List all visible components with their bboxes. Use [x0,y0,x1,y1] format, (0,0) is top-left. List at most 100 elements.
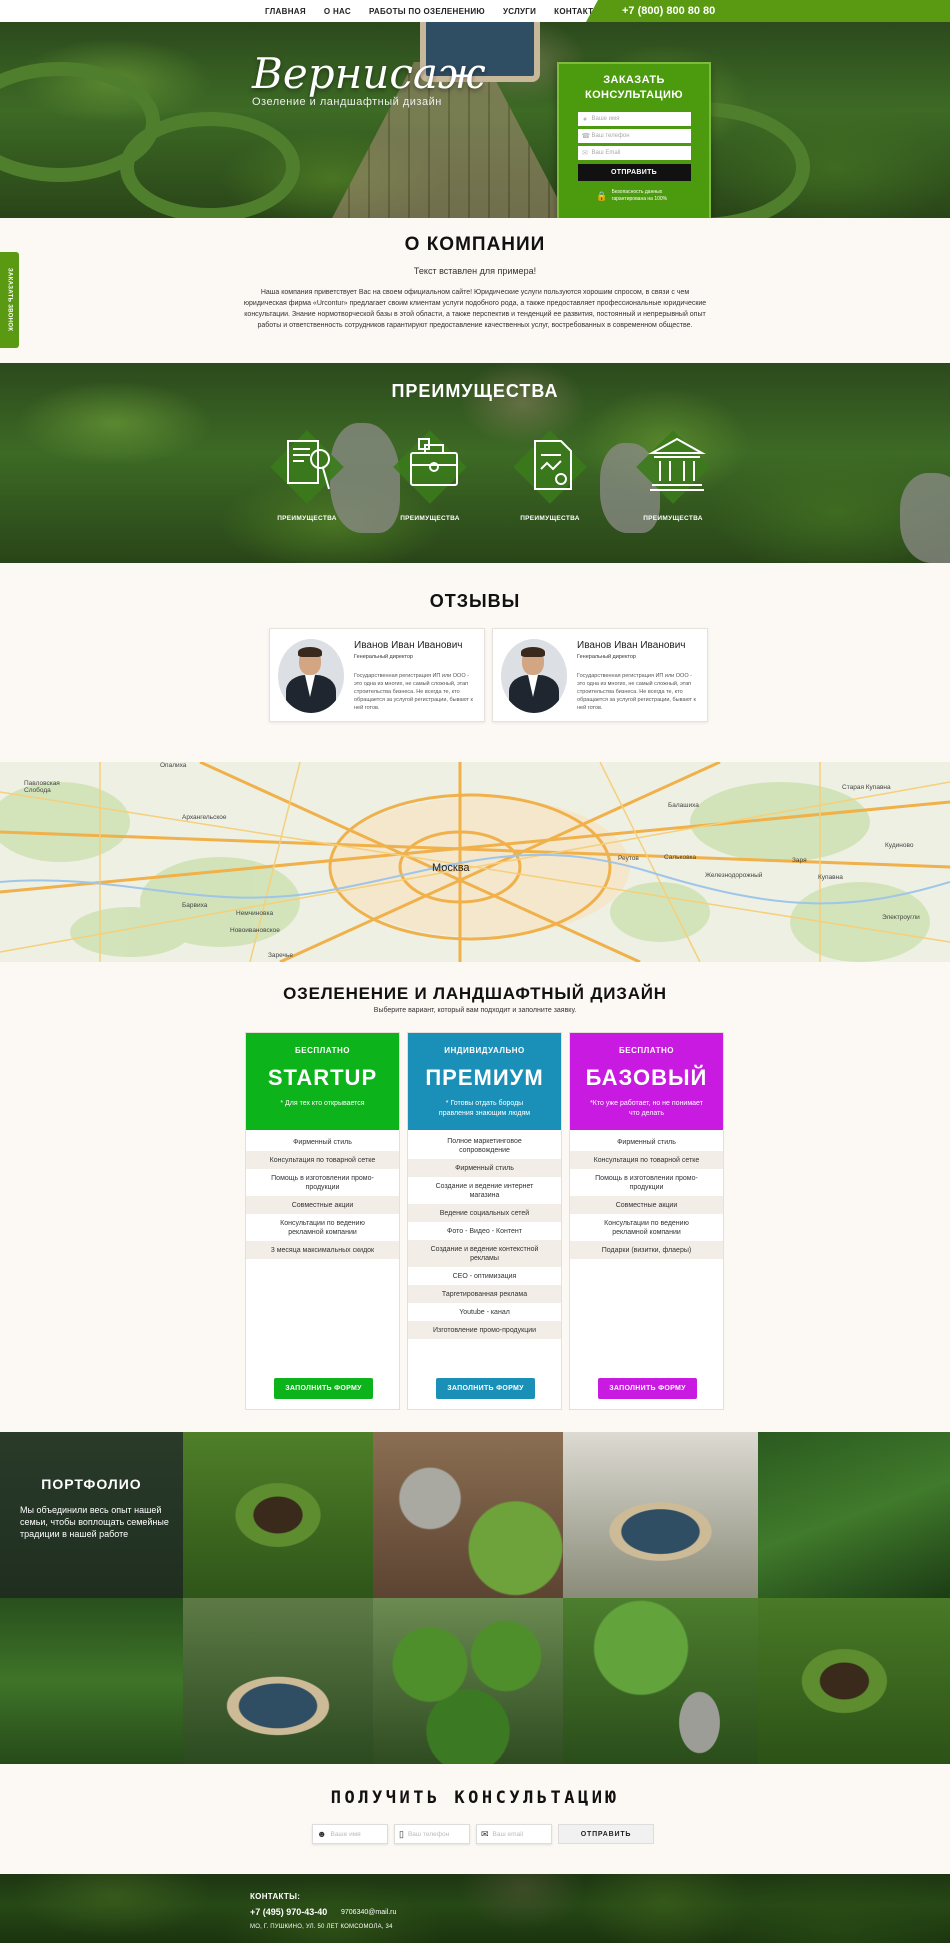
advantage-label: ПРЕИМУЩЕСТВА [520,515,580,522]
nav-services[interactable]: УСЛУГИ [503,7,536,16]
map-label: Новоивановское [230,927,280,934]
main-nav: ГЛАВНАЯ О НАС РАБОТЫ ПО ОЗЕЛЕНЕНИЮ УСЛУГ… [265,0,601,22]
plan-feature: Консультация по товарной сетке [246,1151,399,1169]
email-field[interactable]: ✉ Ваш Email [577,146,691,160]
lock-icon: 🔒 [596,190,608,201]
nav-about[interactable]: О НАС [324,7,351,16]
certificate-icon [534,440,572,490]
review-card: Иванов Иван Иванович Генеральный директо… [492,628,708,722]
envelope-icon: ✉ [481,1828,489,1839]
plan-feature: СЕО - оптимизация [452,1272,517,1280]
reviews-section: ОТЗЫВЫ Иванов Иван Иванович Генеральный … [0,563,950,762]
consult-form: ☻ Ваше имя ▯ Ваш телефон ✉ Ваш email ОТПРАВ… [312,1824,654,1844]
plan-header: БЕСПЛАТНО STARTUP * Для тех кто открывае… [246,1033,399,1130]
plan-tag: БЕСПЛАТНО [619,1046,674,1055]
plan-feature: Совместные акции [570,1196,723,1214]
map-label: Павловская Слобода [24,780,60,794]
portfolio-title: ПОРТФОЛИО [41,1476,142,1492]
plan-features: Полное маркетинговое сопровождение Фирме… [408,1133,561,1339]
advantage-label: ПРЕИМУЩЕСТВА [400,515,460,522]
pricing-section: ОЗЕЛЕНЕНИЕ И ЛАНДШАФТНЫЙ ДИЗАЙН Выберите… [0,962,950,1432]
plan-feature: Совместные акции [246,1196,399,1214]
top-navbar: ГЛАВНАЯ О НАС РАБОТЫ ПО ОЗЕЛЕНЕНИЮ УСЛУГ… [0,0,950,22]
plan-header: БЕСПЛАТНО БАЗОВЫЙ *Кто уже работает, но … [570,1033,723,1130]
nav-home[interactable]: ГЛАВНАЯ [265,7,306,16]
plan-title: ПРЕМИУМ [425,1065,544,1090]
portfolio-image[interactable] [0,1598,183,1764]
fill-form-button[interactable]: ЗАПОЛНИТЬ ФОРМУ [274,1378,373,1399]
map-label: Барвиха [182,902,208,909]
document-search-icon [287,440,330,490]
map-label: Кудиново [885,842,914,849]
briefcase-icon [410,438,458,486]
map-label: Старая Купавна [842,784,891,791]
bank-icon [648,437,706,491]
footer-title: КОНТАКТЫ: [250,1892,301,1901]
phone-input[interactable]: ▯ Ваш телефон [394,1824,470,1844]
plan-feature: Консультации по ведению рекламной компан… [604,1219,689,1236]
reviewer-name: Иванов Иван Иванович [577,640,686,651]
plan-feature: Полное маркетинговое сопровождение [447,1138,522,1154]
about-section: О КОМПАНИИ Текст вставлен для примера! Н… [0,218,950,363]
plan-feature: Фирменный стиль [408,1159,561,1177]
fill-form-button[interactable]: ЗАПОЛНИТЬ ФОРМУ [598,1378,697,1399]
pricing-title: ОЗЕЛЕНЕНИЕ И ЛАНДШАФТНЫЙ ДИЗАЙН [283,984,667,1003]
form-title: ЗАКАЗАТЬ КОНСУЛЬТАЦИЮ [584,74,683,101]
plan-features: Фирменный стиль Консультация по товарной… [246,1133,399,1259]
advantage-item: ПРЕИМУЩЕСТВА [628,430,718,522]
map-section[interactable]: Москва Опалиха Павловская Слобода Арханг… [0,762,950,962]
fill-form-button[interactable]: ЗАПОЛНИТЬ ФОРМУ [436,1378,535,1399]
portfolio-image[interactable] [373,1432,563,1598]
map-label: Реутов [618,855,639,862]
footer: КОНТАКТЫ: +7 (495) 970-43-40 9706340@mai… [0,1874,950,1943]
name-field[interactable]: ● Ваше имя [577,112,691,126]
plan-feature: Ведение социальных сетей [408,1204,561,1222]
send-button[interactable]: ОТПРАВИТЬ [558,1824,654,1844]
portfolio-image[interactable] [563,1432,758,1598]
review-text: Государственная регистрация ИП или ООО -… [577,673,696,711]
plan-feature: Изготовление промо-продукции [408,1321,561,1339]
map-label: Балашиха [668,802,699,809]
map-label: Архангельское [182,814,227,821]
portfolio-image[interactable] [183,1432,373,1598]
avatar [501,639,567,713]
plan-feature: Таргетированная реклама [408,1285,561,1303]
plan-feature: Помощь в изготовлении промо-продукции [271,1174,374,1191]
phone-field[interactable]: ☎ Ваш телефон [577,129,691,143]
header-phone[interactable]: +7 (800) 800 80 80 [586,0,950,22]
logo-text: Вернисаж [252,49,486,98]
about-lead: Текст вставлен для примера! [413,266,537,276]
mobile-phone-icon: ▯ [399,1828,404,1839]
portfolio-intro: ПОРТФОЛИО Мы объединили весь опыт нашей … [0,1432,183,1598]
review-text: Государственная регистрация ИП или ООО -… [354,673,473,711]
portfolio-image[interactable] [183,1598,373,1764]
about-title: О КОМПАНИИ [404,234,546,255]
footer-phone[interactable]: +7 (495) 970-43-40 [250,1907,327,1917]
plan-card-startup: БЕСПЛАТНО STARTUP * Для тех кто открывае… [245,1032,400,1410]
portfolio-image[interactable] [373,1598,563,1764]
consult-section: ПОЛУЧИТЬ КОНСУЛЬТАЦИЮ ☻ Ваше имя ▯ Ваш тел… [0,1764,950,1874]
plan-feature: Создание и ведение контекстной рекламы [408,1240,561,1267]
reviewer-role: Генеральный директор [354,654,413,660]
map-label: Электроугли [882,914,920,921]
hedge-decoration [120,112,300,218]
email-input[interactable]: ✉ Ваш email [476,1824,552,1844]
portfolio-image[interactable] [758,1598,950,1764]
portfolio-image[interactable] [758,1432,950,1598]
plan-feature: Youtube - канал [459,1308,510,1316]
plan-feature: Помощь в изготовлении промо-продукции [595,1174,698,1191]
site-logo[interactable]: Вернисаж Озеление и ландшафтный дизайн [252,49,486,109]
advantage-item: ПРЕИМУЩЕСТВА [505,430,595,522]
pricing-subtitle: Выберите вариант, который вам подходит и… [373,1007,577,1014]
submit-button[interactable]: ОТПРАВИТЬ [577,164,691,181]
nav-works[interactable]: РАБОТЫ ПО ОЗЕЛЕНЕНИЮ [369,7,485,16]
portfolio-text: Мы объединили весь опыт нашей семьи, что… [20,1505,169,1539]
name-input[interactable]: ☻ Ваше имя [312,1824,388,1844]
plan-card-basic: БЕСПЛАТНО БАЗОВЫЙ *Кто уже работает, но … [569,1032,724,1410]
portfolio-section: ПОРТФОЛИО Мы объединили весь опыт нашей … [0,1432,950,1764]
portfolio-image[interactable] [563,1598,758,1764]
phone-icon: ☎ [581,133,591,140]
footer-email[interactable]: 9706340@mail.ru [341,1909,396,1916]
map-roads [0,762,950,962]
plan-tag: ИНДИВИДУАЛЬНО [444,1046,525,1055]
